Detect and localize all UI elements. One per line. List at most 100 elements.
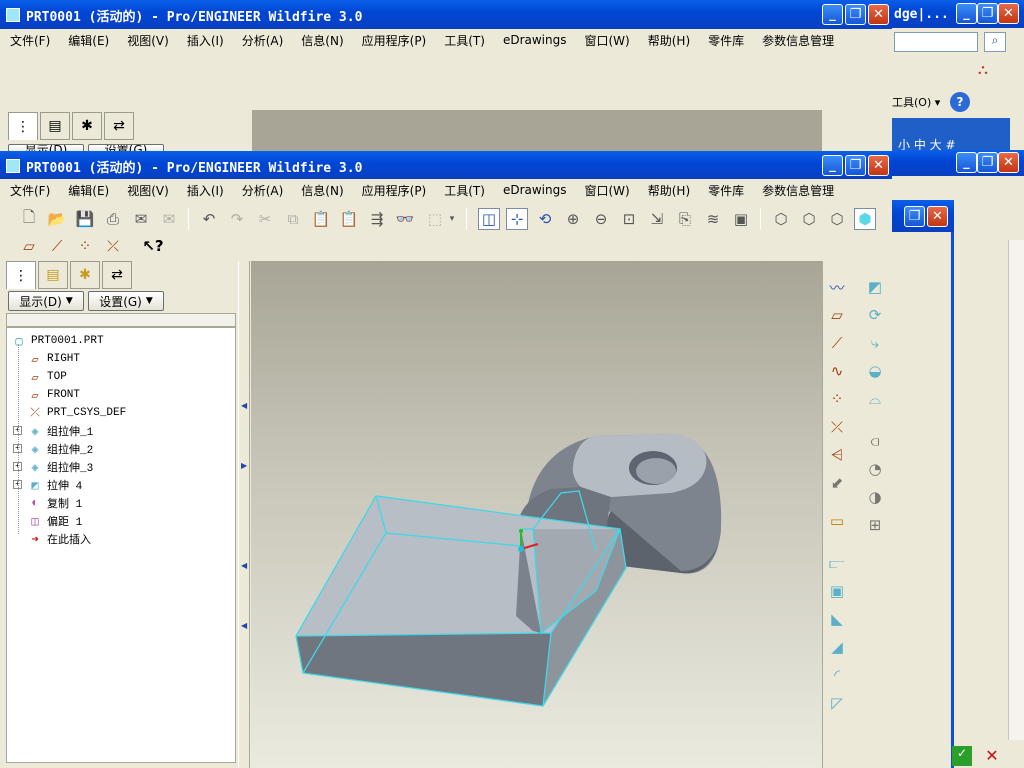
menu-item-4[interactable]: 分析(A) bbox=[232, 182, 292, 199]
sketch-tool-icon[interactable]: 〰 bbox=[825, 275, 849, 299]
menu-item-3[interactable]: 插入(I) bbox=[177, 32, 232, 49]
menu-item-10[interactable]: 帮助(H) bbox=[638, 32, 698, 49]
collapse-arrow-icon[interactable]: ◀ bbox=[241, 401, 247, 410]
tab-folder-browser[interactable]: ▤ bbox=[38, 261, 68, 289]
boundary-tool-icon[interactable]: ⌓ bbox=[863, 387, 887, 411]
zoom-in-icon[interactable]: ⊕ bbox=[562, 208, 584, 230]
part-3d-model[interactable] bbox=[251, 261, 822, 768]
bg2-maximize-button[interactable]: ❐ bbox=[977, 152, 998, 173]
bg-address-input[interactable] bbox=[894, 32, 978, 52]
csys-tool-icon[interactable]: ⤫ bbox=[102, 235, 124, 257]
datum-axis-display-icon[interactable]: ⊹ bbox=[506, 208, 528, 230]
collapse-arrow-icon[interactable]: ◀ bbox=[241, 621, 247, 630]
menu-item-6[interactable]: 应用程序(P) bbox=[352, 182, 435, 199]
settings-button[interactable]: 设置(G) ▼ bbox=[88, 291, 164, 311]
chamfer-tool-icon[interactable]: ◸ bbox=[825, 691, 849, 715]
draft-tool-icon[interactable]: ◢ bbox=[825, 635, 849, 659]
tab-favorites[interactable]: ✱ bbox=[70, 261, 100, 289]
bg-cancel-icon[interactable]: ✕ bbox=[982, 746, 1002, 766]
menu-item-12[interactable]: 参数信息管理 bbox=[752, 182, 842, 199]
bg-ok-icon[interactable]: ✓ bbox=[952, 746, 972, 766]
back-maximize-button[interactable]: ❐ bbox=[845, 4, 866, 25]
analysis-tool-icon[interactable]: ⩤ bbox=[825, 443, 849, 467]
menu-item-7[interactable]: 工具(T) bbox=[434, 182, 493, 199]
csys-tool-icon[interactable]: ⤫ bbox=[825, 415, 849, 439]
main-titlebar[interactable]: PRT0001 (活动的) - Pro/ENGINEER Wildfire 3.… bbox=[0, 151, 892, 181]
datum-point-icon[interactable]: ⁘ bbox=[74, 235, 96, 257]
menu-item-11[interactable]: 零件库 bbox=[698, 182, 752, 199]
layers-icon[interactable]: ≋ bbox=[702, 208, 724, 230]
context-help-icon[interactable]: ↖? bbox=[142, 235, 164, 257]
tree-item[interactable]: + ◈ 组拉伸_2 bbox=[13, 440, 93, 458]
back-tab-favorites[interactable]: ✱ bbox=[72, 112, 102, 140]
minimize-button[interactable]: _ bbox=[822, 155, 843, 176]
menu-item-11[interactable]: 零件库 bbox=[698, 32, 752, 49]
close-button[interactable]: ✕ bbox=[868, 155, 889, 176]
saved-views-icon[interactable]: ⎘ bbox=[674, 208, 696, 230]
bg-search-icon[interactable]: ⌕ bbox=[984, 32, 1006, 52]
menu-item-2[interactable]: 视图(V) bbox=[117, 32, 177, 49]
tree-item[interactable]: + ◈ 组拉伸_3 bbox=[13, 458, 93, 476]
tree-item[interactable]: ▢ PRT0001.PRT bbox=[11, 332, 103, 350]
wireframe-icon[interactable]: ⬡ bbox=[770, 208, 792, 230]
bg-close-button[interactable]: ✕ bbox=[998, 3, 1019, 24]
zoom-out-icon[interactable]: ⊖ bbox=[590, 208, 612, 230]
bg2-minimize-button[interactable]: _ bbox=[956, 152, 977, 173]
expand-arrow-icon[interactable]: ▶ bbox=[241, 461, 247, 470]
bg3-maximize-button[interactable]: ❐ bbox=[904, 206, 925, 227]
bg-help-icon[interactable]: ? bbox=[950, 92, 970, 112]
menu-item-1[interactable]: 编辑(E) bbox=[58, 32, 117, 49]
refit-icon[interactable]: ⊡ bbox=[618, 208, 640, 230]
tree-item[interactable]: ▱ FRONT bbox=[27, 386, 80, 404]
menu-item-7[interactable]: 工具(T) bbox=[434, 32, 493, 49]
tree-item[interactable]: ◫ 偏距 1 bbox=[27, 512, 82, 530]
no-hidden-icon[interactable]: ⬡ bbox=[826, 208, 848, 230]
sweep-tool-icon[interactable]: ⤷ bbox=[863, 331, 887, 355]
new-file-icon[interactable]: 🗋 bbox=[18, 208, 40, 230]
panel-splitter[interactable]: ◀ ▶ ◀ ◀ bbox=[238, 261, 250, 768]
bg-tools-label[interactable]: 工具(O) ▾ bbox=[892, 94, 940, 110]
save-icon[interactable]: 💾 bbox=[74, 208, 96, 230]
print-icon[interactable]: ⎙ bbox=[102, 208, 124, 230]
graphics-window[interactable] bbox=[251, 261, 822, 768]
back-minimize-button[interactable]: _ bbox=[822, 4, 843, 25]
paste-icon[interactable]: 📋 bbox=[310, 208, 332, 230]
datum-point-tool-icon[interactable]: ⁘ bbox=[825, 387, 849, 411]
round-tool-icon[interactable]: ◜ bbox=[825, 663, 849, 687]
menu-item-0[interactable]: 文件(F) bbox=[0, 32, 58, 49]
bg-maximize-button[interactable]: ❐ bbox=[977, 3, 998, 24]
menu-item-6[interactable]: 应用程序(P) bbox=[352, 32, 435, 49]
menu-item-1[interactable]: 编辑(E) bbox=[58, 182, 117, 199]
reorient-icon[interactable]: ⇲ bbox=[646, 208, 668, 230]
blend-tool-icon[interactable]: ◒ bbox=[863, 359, 887, 383]
bg-minimize-button[interactable]: _ bbox=[956, 3, 977, 24]
menu-item-9[interactable]: 窗口(W) bbox=[575, 32, 638, 49]
tree-item[interactable]: ◐ 复制 1 bbox=[27, 494, 82, 512]
tree-item[interactable]: ⤫ PRT_CSYS_DEF bbox=[27, 404, 126, 422]
select-dropdown-icon[interactable]: ▾ bbox=[446, 208, 458, 230]
menu-item-4[interactable]: 分析(A) bbox=[232, 32, 292, 49]
spin-center-icon[interactable]: ⟲ bbox=[534, 208, 556, 230]
back-titlebar[interactable]: PRT0001 (活动的) - Pro/ENGINEER Wildfire 3.… bbox=[0, 0, 892, 30]
open-file-icon[interactable]: 📂 bbox=[46, 208, 68, 230]
tree-item[interactable]: ▱ RIGHT bbox=[27, 350, 80, 368]
extrude-tool-icon[interactable]: ◩ bbox=[863, 275, 887, 299]
select-box-icon[interactable]: ⬚ bbox=[424, 208, 446, 230]
menu-item-8[interactable]: eDrawings bbox=[493, 183, 575, 197]
rib-tool-icon[interactable]: ◣ bbox=[825, 607, 849, 631]
revolve-tool-icon[interactable]: ⟳ bbox=[863, 303, 887, 327]
tree-item[interactable]: + ◈ 组拉伸_1 bbox=[13, 422, 93, 440]
view-manager-icon[interactable]: ▣ bbox=[730, 208, 752, 230]
menu-item-2[interactable]: 视图(V) bbox=[117, 182, 177, 199]
menu-item-5[interactable]: 信息(N) bbox=[291, 32, 351, 49]
bg-scrollbar[interactable] bbox=[1008, 240, 1024, 740]
regenerate-icon[interactable]: ⇶ bbox=[366, 208, 388, 230]
undo-icon[interactable]: ↶ bbox=[198, 208, 220, 230]
menu-item-12[interactable]: 参数信息管理 bbox=[752, 32, 842, 49]
tab-connections[interactable]: ⇄ bbox=[102, 261, 132, 289]
back-tab-connections[interactable]: ⇄ bbox=[104, 112, 134, 140]
menu-item-3[interactable]: 插入(I) bbox=[177, 182, 232, 199]
display-button[interactable]: 显示(D) ▼ bbox=[8, 291, 84, 311]
menu-item-8[interactable]: eDrawings bbox=[493, 33, 575, 47]
back-tab-model-tree[interactable]: ⋮ bbox=[8, 112, 38, 140]
